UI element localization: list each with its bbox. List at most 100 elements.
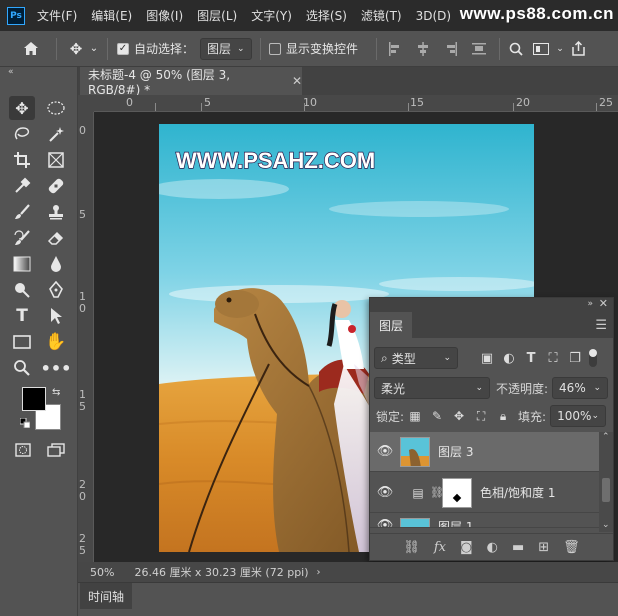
default-colors-icon[interactable] xyxy=(19,417,31,431)
menu-file[interactable]: 文件(F) xyxy=(37,7,77,24)
ruler-origin[interactable] xyxy=(78,95,94,112)
filter-toggle[interactable] xyxy=(589,349,597,367)
type-tool-icon[interactable]: T xyxy=(9,304,35,328)
new-layer-icon[interactable]: ⊞ xyxy=(538,540,549,555)
scrollbar-thumb[interactable] xyxy=(602,478,610,502)
visibility-eye-icon[interactable]: 👁︎ xyxy=(370,444,400,459)
history-brush-icon[interactable] xyxy=(9,226,35,250)
scroll-down-icon[interactable]: ⌄ xyxy=(602,520,610,530)
magic-wand-icon[interactable] xyxy=(43,122,69,146)
document-tab[interactable]: 未标题-4 @ 50% (图层 3, RGB/8#) * ✕ xyxy=(80,67,302,97)
menu-select[interactable]: 选择(S) xyxy=(306,7,347,24)
crop-tool-icon[interactable] xyxy=(9,148,35,172)
share-icon[interactable] xyxy=(566,41,590,56)
collapse-icon[interactable]: » xyxy=(587,299,593,309)
tab-timeline[interactable]: 时间轴 xyxy=(80,583,133,609)
menu-filter[interactable]: 滤镜(T) xyxy=(361,7,402,24)
link-layers-icon[interactable]: ⛓ xyxy=(403,540,420,555)
rectangle-tool-icon[interactable] xyxy=(9,330,35,354)
layers-scrollbar[interactable]: ⌃ ⌄ xyxy=(599,432,613,532)
swap-colors-icon[interactable]: ⇆ xyxy=(52,387,60,398)
fill-value: 100% xyxy=(557,409,592,423)
chevron-down-icon[interactable]: ⌄ xyxy=(87,43,101,54)
distribute-icon[interactable] xyxy=(465,42,493,56)
lock-transparency-icon[interactable]: ▦ xyxy=(404,409,426,423)
blur-tool-icon[interactable] xyxy=(43,252,69,276)
lock-all-icon[interactable]: 🔒︎ xyxy=(492,409,514,424)
fill-input[interactable]: 100% ⌄ xyxy=(550,405,607,427)
dodge-tool-icon[interactable] xyxy=(9,278,35,302)
blend-mode-dropdown[interactable]: 柔光 ⌄ xyxy=(374,377,490,399)
eraser-tool-icon[interactable] xyxy=(43,226,69,250)
add-mask-icon[interactable]: ◙ xyxy=(460,540,473,555)
align-left-icon[interactable] xyxy=(381,41,409,56)
close-icon[interactable]: ✕ xyxy=(599,297,608,310)
frame-tool-icon[interactable] xyxy=(43,148,69,172)
workspace-icon[interactable] xyxy=(528,42,554,55)
trash-icon[interactable]: 🗑︎ xyxy=(563,540,580,555)
chevron-right-icon[interactable]: › xyxy=(317,567,321,578)
marquee-tool-icon[interactable] xyxy=(43,96,69,120)
move-tool-icon[interactable]: ✥ xyxy=(65,40,87,58)
vertical-ruler[interactable]: 0 5 1 0 1 5 2 0 2 5 xyxy=(78,112,94,562)
visibility-eye-icon[interactable]: 👁︎ xyxy=(370,485,400,500)
layer-row[interactable]: 👁︎ ▤ ⛓ 色相/饱和度 1 xyxy=(370,473,599,513)
quick-mask-icon[interactable] xyxy=(10,438,36,462)
hand-tool-icon[interactable]: ✋ xyxy=(43,330,69,354)
lock-position-icon[interactable]: ✥ xyxy=(448,409,470,423)
align-center-icon[interactable] xyxy=(409,41,437,56)
chevron-down-icon: ⌄ xyxy=(237,43,245,54)
layer-thumbnail xyxy=(400,518,430,527)
lock-pixels-icon[interactable]: ✎ xyxy=(426,409,448,423)
brush-tool-icon[interactable] xyxy=(9,200,35,224)
zoom-tool-icon[interactable] xyxy=(9,356,35,380)
healing-brush-icon[interactable] xyxy=(43,174,69,198)
panel-menu-icon[interactable]: ☰ xyxy=(595,318,607,333)
search-icon[interactable] xyxy=(504,42,528,56)
layer-row[interactable]: 👁︎ 图层 1 xyxy=(370,514,599,528)
adjustment-filter-icon[interactable]: ◐ xyxy=(498,351,520,366)
chevron-down-icon[interactable]: ⌄ xyxy=(554,44,566,54)
visibility-eye-icon[interactable]: 👁︎ xyxy=(370,518,400,527)
layer-row[interactable]: 👁︎ 图层 3 xyxy=(370,432,599,472)
align-right-icon[interactable] xyxy=(437,41,465,56)
stamp-tool-icon[interactable] xyxy=(43,200,69,224)
pixel-filter-icon[interactable]: ▣ xyxy=(476,351,498,366)
smart-object-filter-icon[interactable]: ❐ xyxy=(564,351,586,366)
scroll-up-icon[interactable]: ⌃ xyxy=(602,432,610,442)
type-filter-icon[interactable]: T xyxy=(520,351,542,366)
move-tool-icon[interactable]: ✥ xyxy=(9,96,35,120)
menu-3d[interactable]: 3D(D) xyxy=(416,9,451,23)
zoom-level[interactable]: 50% xyxy=(90,566,114,579)
link-icon[interactable]: ⛓ xyxy=(430,486,444,499)
eyedropper-icon[interactable] xyxy=(9,174,35,198)
horizontal-ruler[interactable]: 0 5 10 15 20 25 xyxy=(94,95,618,112)
tab-layers[interactable]: 图层 xyxy=(370,312,413,338)
gradient-tool-icon[interactable] xyxy=(9,252,35,276)
new-adjustment-icon[interactable]: ◐ xyxy=(487,540,498,555)
menu-edit[interactable]: 编辑(E) xyxy=(91,7,132,24)
shape-filter-icon[interactable]: ⛶ xyxy=(542,351,564,366)
lasso-tool-icon[interactable] xyxy=(9,122,35,146)
new-group-icon[interactable]: ▬ xyxy=(512,540,524,555)
fx-icon[interactable]: fx xyxy=(434,540,446,555)
ruler-tick xyxy=(408,103,409,111)
show-transform-checkbox[interactable] xyxy=(269,42,282,55)
menu-type[interactable]: 文字(Y) xyxy=(251,7,292,24)
path-selection-icon[interactable] xyxy=(43,304,69,328)
adjustment-layer-icon: ▤ xyxy=(412,485,424,500)
menu-layer[interactable]: 图层(L) xyxy=(197,7,237,24)
more-tools-icon[interactable]: ••• xyxy=(41,356,72,380)
close-icon[interactable]: ✕ xyxy=(292,74,302,88)
collapse-icon[interactable]: « xyxy=(8,67,14,77)
auto-select-checkbox[interactable]: ✓ xyxy=(117,42,129,55)
opacity-input[interactable]: 46% ⌄ xyxy=(552,377,609,399)
pen-tool-icon[interactable] xyxy=(43,278,69,302)
screen-mode-icon[interactable] xyxy=(43,438,69,462)
filter-kind-dropdown[interactable]: ⌕ 类型 ⌄ xyxy=(374,347,458,369)
menu-image[interactable]: 图像(I) xyxy=(146,7,183,24)
auto-select-target-dropdown[interactable]: 图层 ⌄ xyxy=(200,37,253,60)
home-icon[interactable] xyxy=(16,41,46,56)
foreground-color-swatch[interactable] xyxy=(22,387,46,411)
lock-artboard-icon[interactable]: ⛶ xyxy=(470,409,492,424)
